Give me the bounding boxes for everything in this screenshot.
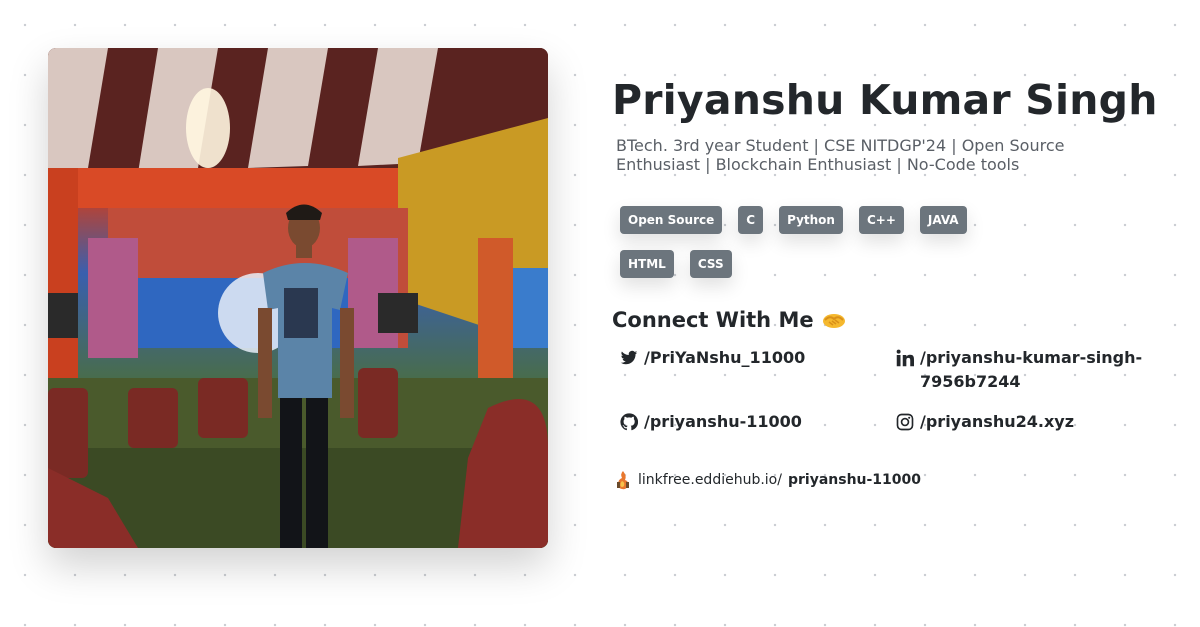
profile-bio: BTech. 3rd year Student | CSE NITDGP'24 … [616,136,1065,174]
instagram-handle: /priyanshu24.xyz [920,412,1074,431]
github-icon [620,413,638,431]
linkedin-icon [896,349,914,367]
skill-tags: Open Source C Python C++ JAVA HTML CSS [620,206,1000,278]
tag-cpp[interactable]: C++ [858,206,904,234]
handshake-icon [822,314,845,328]
linkfree-icon [617,471,629,490]
instagram-link[interactable]: /priyanshu24.xyz [896,410,1074,434]
profile-info: Priyanshu Kumar Singh BTech. 3rd year St… [612,76,1172,490]
linkfree-username: priyanshu-11000 [787,472,922,488]
github-link[interactable]: /priyanshu-11000 [620,410,802,434]
tag-css[interactable]: CSS [689,250,732,278]
tag-python[interactable]: Python [779,206,843,234]
twitter-icon [620,350,638,365]
connect-heading: Connect With Me [612,308,1172,332]
tag-c[interactable]: C [738,206,764,234]
instagram-icon [896,413,914,431]
tag-html[interactable]: HTML [620,250,674,278]
tag-java[interactable]: JAVA [919,206,967,234]
profile-photo-illustration [48,48,548,548]
profile-name: Priyanshu Kumar Singh [612,76,1158,124]
profile-photo [48,48,548,548]
tag-open-source[interactable]: Open Source [620,206,723,234]
linkedin-link[interactable]: /priyanshu-kumar-singh-7956b7244 [896,346,1156,394]
connect-heading-text: Connect With Me [612,308,814,332]
linkedin-handle: /priyanshu-kumar-singh-7956b7244 [920,348,1143,391]
linkfree-link[interactable]: linkfree.eddiehub.io/ priyanshu-11000 [614,470,1172,490]
twitter-link[interactable]: /PriYaNshu_11000 [620,346,805,370]
linkfree-domain: linkfree.eddiehub.io/ [638,472,782,488]
twitter-handle: /PriYaNshu_11000 [644,348,806,367]
social-links: /PriYaNshu_11000 /priyanshu-kumar-singh-… [612,346,1172,442]
github-handle: /priyanshu-11000 [644,412,802,431]
